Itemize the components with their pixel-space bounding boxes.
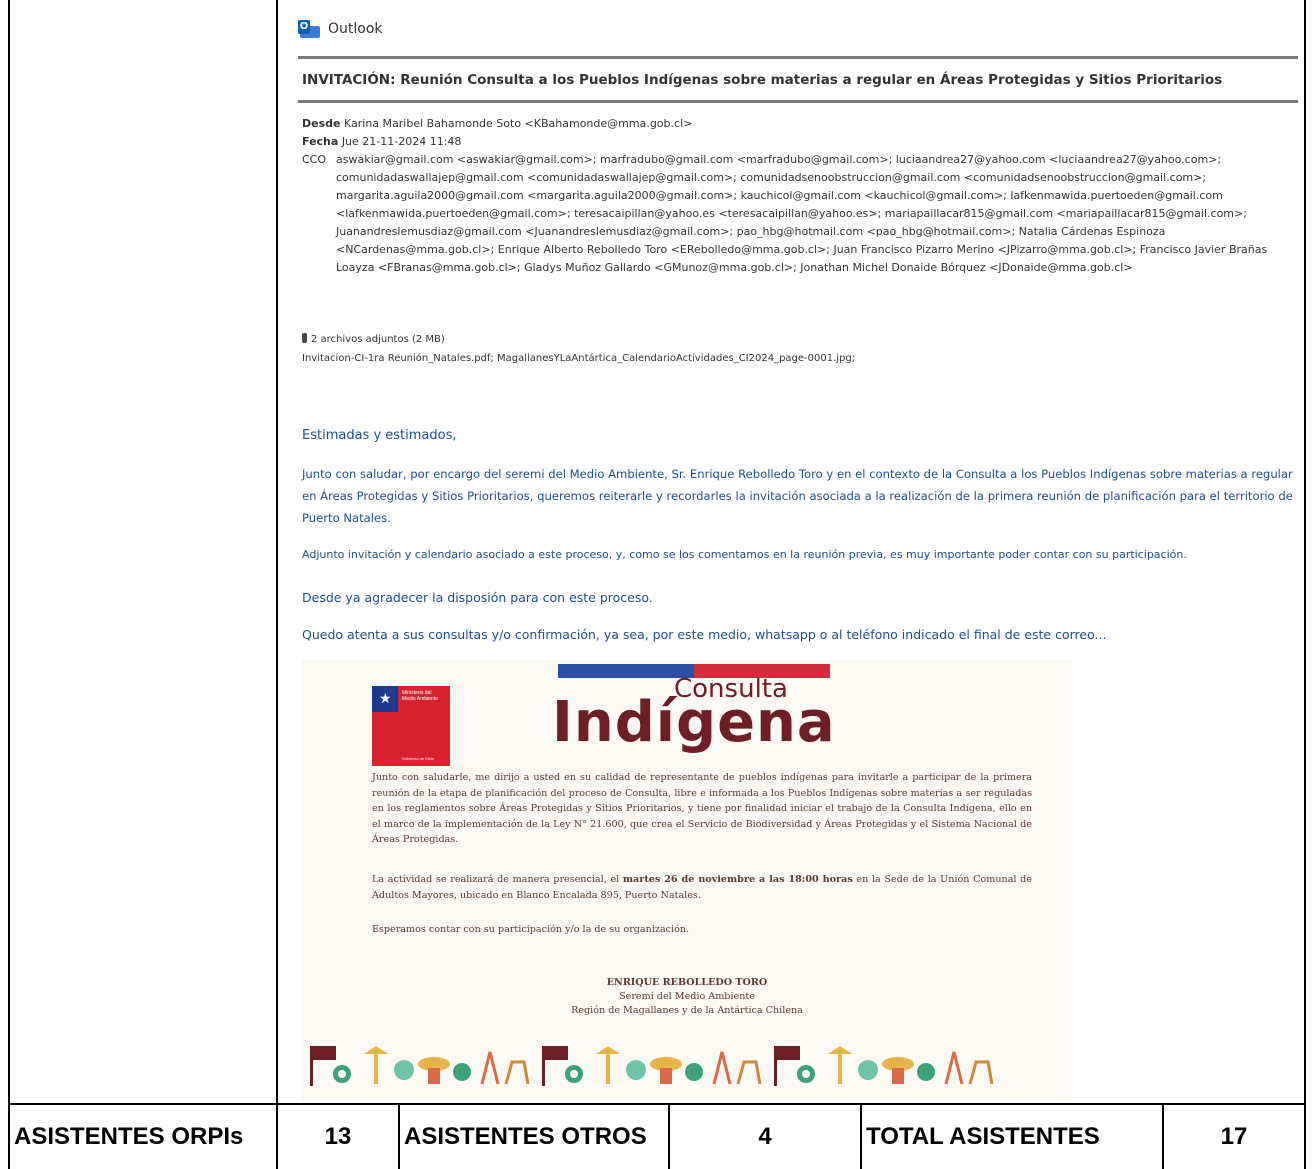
email-subject: INVITACIÓN: Reunión Consulta a los Puebl…: [302, 72, 1223, 88]
signer-role: Seremi del Medio Ambiente: [619, 991, 755, 1002]
label-asistentes-orpis: ASISTENTES ORPIs: [10, 1105, 278, 1169]
outlook-icon: O: [298, 19, 320, 39]
value-asistentes-otros: 4: [670, 1105, 862, 1169]
app-name: Outlook: [328, 21, 383, 37]
invitation-image: ★ Ministerio del Medio Ambiente Gobierno…: [302, 660, 1072, 1100]
email-paragraph-1: Junto con saludar, por encargo del serem…: [302, 467, 1293, 525]
document-table: O Outlook INVITACIÓN: Reunión Consulta a…: [8, 0, 1306, 1169]
from-value[interactable]: Karina Maribel Bahamonde Soto <KBahamond…: [344, 117, 692, 130]
attachments-summary[interactable]: 2 archivos adjuntos (2 MB): [311, 334, 445, 345]
attendance-totals-row: ASISTENTES ORPIs 13 ASISTENTES OTROS 4 T…: [10, 1103, 1304, 1169]
signer-region: Región de Magallanes y de la Antártica C…: [571, 1005, 803, 1016]
outlook-header: O Outlook: [298, 14, 383, 44]
email-meta: Desde Karina Maribel Bahamonde Soto <KBa…: [302, 115, 1292, 277]
from-row: Desde Karina Maribel Bahamonde Soto <KBa…: [302, 115, 1292, 133]
email-screenshot-cell: O Outlook INVITACIÓN: Reunión Consulta a…: [280, 0, 1304, 1103]
divider: [298, 56, 1298, 59]
invitation-paragraph-1: Junto con saludarle, me dirijo a usted e…: [372, 772, 1032, 845]
invitation-signature: ENRIQUE REBOLLEDO TORO Seremi del Medio …: [302, 976, 1072, 1018]
label-asistentes-otros: ASISTENTES OTROS: [400, 1105, 670, 1169]
value-asistentes-orpis: 13: [278, 1105, 400, 1169]
value-total-asistentes: 17: [1220, 1123, 1248, 1150]
from-label: Desde: [302, 117, 341, 130]
email-paragraph-2: Adjunto invitación y calendario asociado…: [302, 548, 1187, 561]
email-paragraph-3: Desde ya agradecer la disposión para con…: [302, 590, 653, 605]
signer-name: ENRIQUE REBOLLEDO TORO: [606, 977, 768, 988]
logo-bottom-text: Gobierno de Chile: [402, 756, 435, 761]
invitation-paragraph-3: Esperamos contar con su participación y/…: [372, 924, 690, 935]
cco-row: CCO aswakiar@gmail.com <aswakiar@gmail.c…: [302, 151, 1292, 277]
email-paragraph-4: Quedo atenta a sus consultas y/o confirm…: [302, 627, 1107, 642]
date-row: Fecha Jue 21-11-2024 11:48: [302, 133, 1292, 151]
cco-label: CCO: [302, 153, 327, 166]
decorative-border: [310, 1044, 994, 1088]
date-value: Jue 21-11-2024 11:48: [341, 135, 462, 148]
invitation-title-big: Indígena: [552, 690, 836, 755]
attachments: 2 archivos adjuntos (2 MB) Invitacion-CI…: [302, 330, 855, 368]
attachments-files[interactable]: Invitacion-CI-1ra Reunión_Natales.pdf; M…: [302, 349, 855, 368]
paperclip-icon: [302, 333, 307, 343]
divider: [298, 100, 1298, 103]
label-total-asistentes: TOTAL ASISTENTES: [862, 1105, 1164, 1169]
invitation-paragraph-2: La actividad se realizará de manera pres…: [372, 874, 1032, 901]
logo-text: Ministerio del Medio Ambiente: [402, 690, 438, 702]
ministry-logo: ★ Ministerio del Medio Ambiente Gobierno…: [372, 686, 450, 766]
date-label: Fecha: [302, 135, 339, 148]
cco-recipients[interactable]: aswakiar@gmail.com <aswakiar@gmail.com>;…: [336, 151, 1292, 277]
email-greeting: Estimadas y estimados,: [302, 428, 457, 443]
left-empty-cell: [10, 0, 278, 1103]
